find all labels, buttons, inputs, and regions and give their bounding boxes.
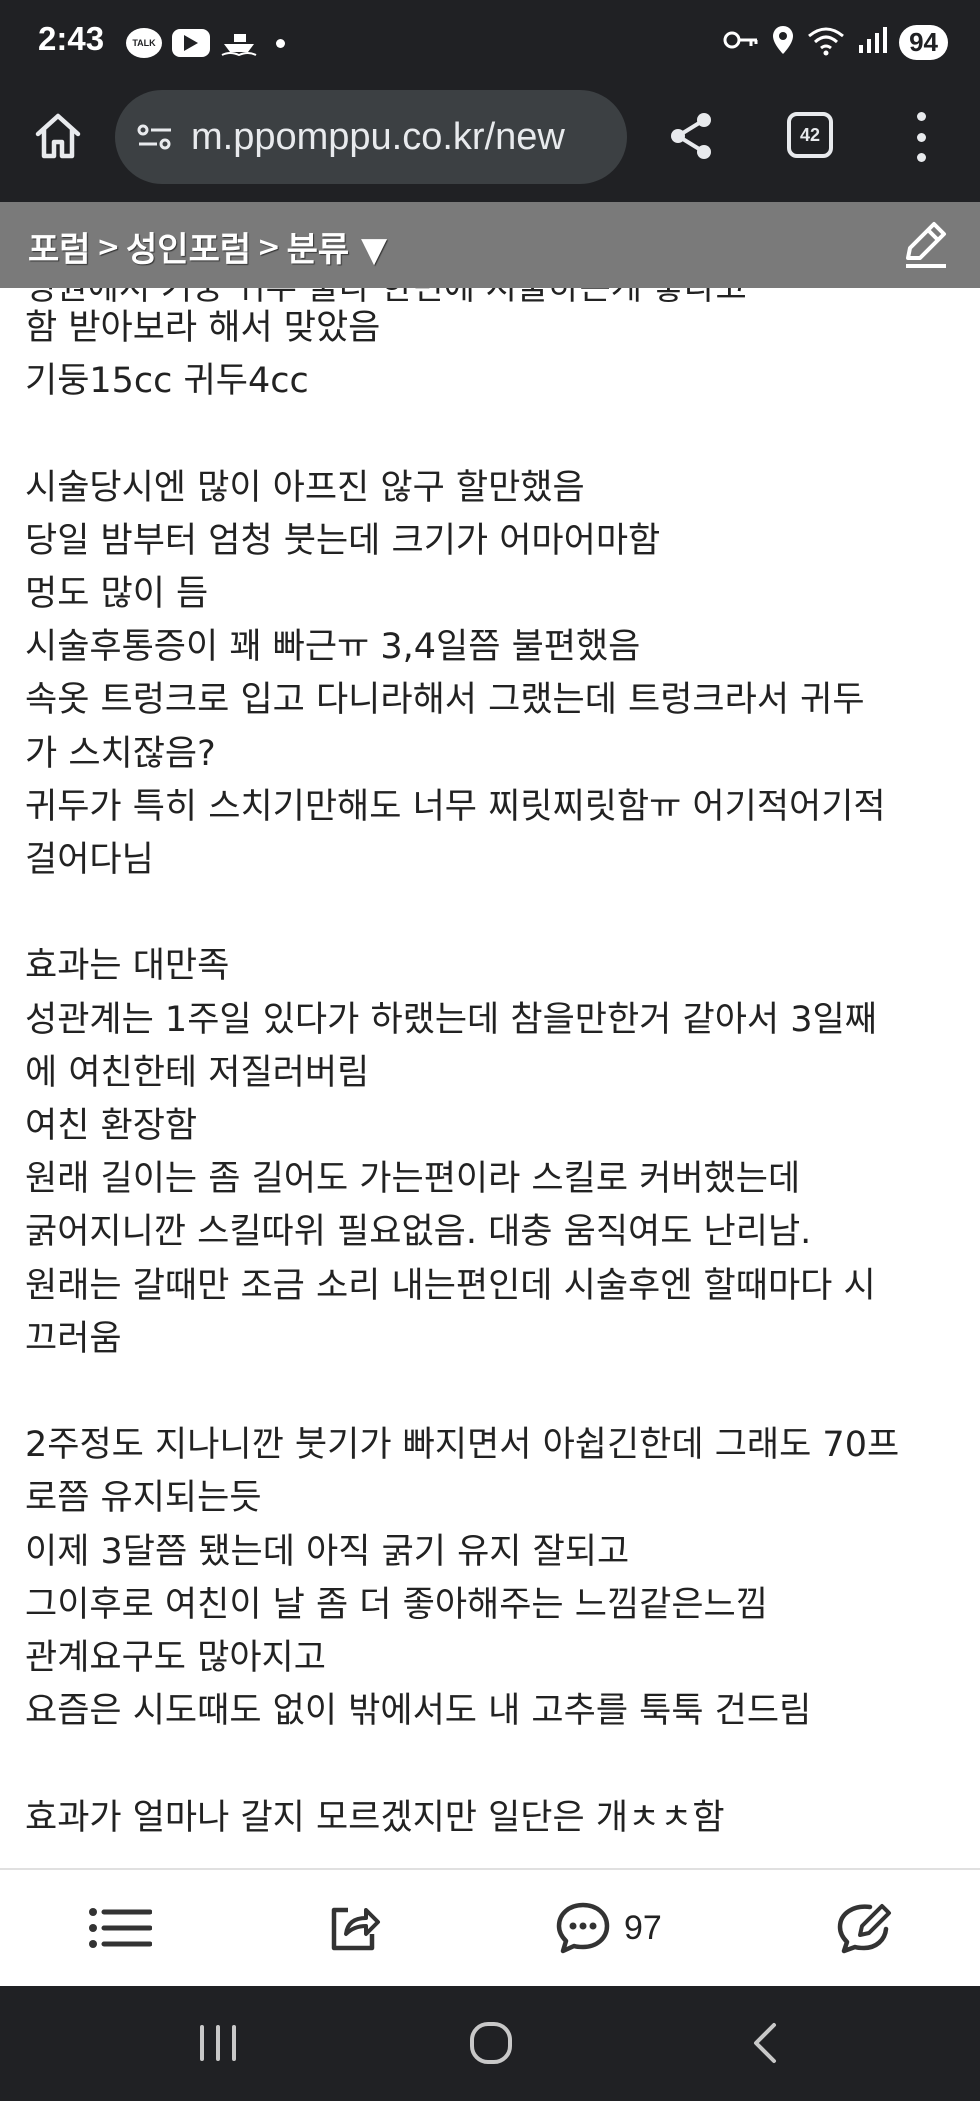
post-text-line: 시술후통증이 꽤 빠근ㅠ 3,4일쯤 불편했음 [25,627,641,668]
post-text-line: 에 여친한테 저질러버림 [25,1052,370,1093]
crumb-forum[interactable]: 포럼 [28,222,91,271]
category-dropdown[interactable]: 분류 ▼ [287,222,388,271]
more-menu-button[interactable] [906,112,936,162]
post-text-line: 가 스치잖음? [25,733,216,774]
crumb-separator: > [96,230,121,263]
post-text-line: 이제 3달쯤 됐는데 아직 굵기 유지 잘되고 [25,1531,630,1572]
site-settings-icon[interactable] [137,122,173,152]
post-text-line: 함 받아보라 해서 맞았음 [25,308,381,348]
comments-button[interactable]: 97 [554,1898,662,1958]
post-text-line: 효과가 얼마나 갈지 모르겠지만 일단은 개ㅊㅊ함 [25,1797,725,1838]
share-post-button[interactable] [326,1898,382,1958]
boat-icon [220,26,258,60]
post-body: 함 받아보라 해서 맞았음기둥15cc 귀두4cc 시술당시엔 많이 아프진 않… [25,302,965,1845]
status-time: 2:43 [38,20,105,57]
status-bar: 2:43 TALK 94 [0,0,980,86]
post-text-line: 속옷 트렁크로 입고 다니라해서 그랬는데 트렁크라서 귀두 [25,680,865,721]
key-icon [723,28,759,56]
tab-switcher-button[interactable]: 42 [787,112,833,158]
battery-indicator: 94 [899,24,948,60]
post-text-line: 관계요구도 많아지고 [25,1638,326,1679]
comment-count: 97 [624,1908,662,1947]
youtube-icon [172,29,210,57]
crumb-adult-forum[interactable]: 성인포럼 [126,222,251,271]
comment-icon [556,1902,610,1954]
crumb-separator: > [257,230,281,263]
more-dots-icon [916,112,926,121]
post-text-line: 시술당시엔 많이 아프진 않구 할만했음 [25,467,585,508]
post-text-line: 끄러움 [25,1318,122,1359]
share-button[interactable] [664,108,720,164]
recent-apps-button[interactable] [196,2018,240,2068]
post-text-line: 걸어다님 [25,840,154,881]
share-arrow-icon [331,1907,380,1951]
wifi-icon [807,24,845,60]
reply-write-button[interactable] [834,1898,892,1958]
url-text: m.ppomppu.co.kr/new [191,115,565,158]
list-button[interactable] [88,1898,152,1958]
post-text-line: 그이후로 여친이 날 좀 더 좋아해주는 느낌같은느낌 [25,1584,768,1625]
post-text-line: 2주정도 지나니깐 붓기가 빠지면서 아쉽긴한데 그래도 70프 [25,1425,900,1466]
post-text-line: 당일 밤부터 엄청 붓는데 크기가 어마어마함 [25,520,661,561]
post-text-line: 굵어지니깐 스킬따위 필요없음. 대충 움직여도 난리남. [25,1212,812,1253]
breadcrumb: 포럼 > 성인포럼 > 분류 ▼ [28,222,387,271]
post-text-line: 멍도 많이 듬 [25,574,209,615]
home-icon [35,113,81,159]
home-button[interactable] [30,108,86,164]
post-text-line: 원래 길이는 좀 길어도 가는편이라 스킬로 커버했는데 [25,1159,801,1200]
dot-icon [276,38,285,48]
post-text-line: 귀두가 특히 스치기만해도 너무 찌릿찌릿함ㅠ 어기적어기적 [25,786,886,827]
back-chevron-icon [754,2023,776,2063]
system-nav-bar [0,1986,980,2101]
post-text-line: 원래는 갈때만 조금 소리 내는편인데 시술후엔 할때마다 시 [25,1265,876,1306]
write-button[interactable] [898,216,954,272]
system-icons: 94 [723,24,948,60]
post-text-line: 요즘은 시도때도 없이 밖에서도 내 고추를 툭툭 건드림 [25,1691,812,1732]
notification-icons: TALK [126,26,285,60]
home-circle-icon [470,2022,512,2064]
address-bar[interactable]: m.ppomppu.co.kr/new [115,90,627,184]
pencil-icon [906,222,946,268]
post-text-line: 성관계는 1주일 있다가 하랬는데 참을만한거 같아서 3일째 [25,999,877,1040]
location-icon [771,24,795,60]
bottom-toolbar: 97 [0,1868,980,1986]
dropdown-arrow-icon: ▼ [361,230,388,270]
recent-apps-icon [200,2025,236,2061]
share-icon [671,113,711,159]
browser-toolbar: m.ppomppu.co.kr/new 42 [0,86,980,202]
back-button[interactable] [748,2018,784,2068]
post-text-line: 효과는 대만족 [25,946,230,987]
edit-comment-icon [837,1904,891,1954]
post-text-line: 여친 환장함 [25,1106,198,1147]
post-text-line: 기둥15cc 귀두4cc [25,361,309,402]
signal-icon [857,25,888,59]
list-icon [89,1908,152,1948]
talk-icon: TALK [126,28,162,58]
post-content: 병원에서 기둥 귀두 둘다 한번에 시술하는게 좋다고 함 받아보라 해서 맞았… [0,288,980,1868]
home-nav-button[interactable] [468,2018,514,2068]
post-text-line: 로쯤 유지되는듯 [25,1478,262,1519]
forum-nav-bar: 포럼 > 성인포럼 > 분류 ▼ [0,202,980,288]
